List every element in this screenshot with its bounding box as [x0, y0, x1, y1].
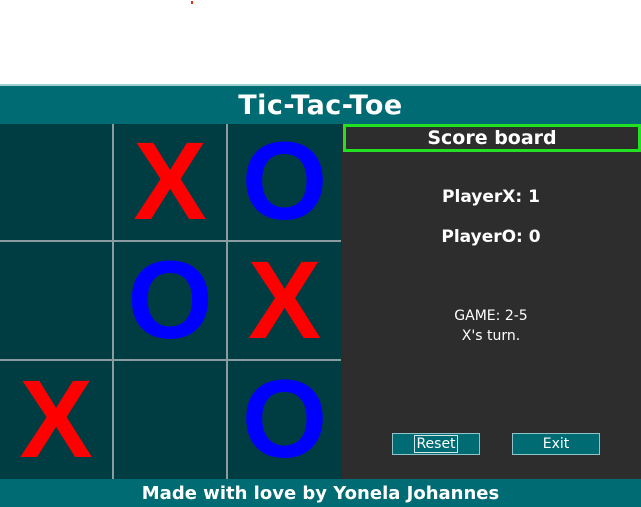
board-cell-6[interactable]: X: [228, 242, 341, 359]
player-x-score: PlayerX: 1: [442, 187, 540, 207]
score-board-title: Score board: [343, 124, 641, 152]
board-cell-9[interactable]: O: [228, 361, 341, 479]
board-cell-3[interactable]: O: [228, 124, 341, 240]
turn-indicator: X's turn.: [461, 328, 521, 344]
exit-button[interactable]: Exit: [512, 433, 600, 455]
page-title: Tic-Tac-Toe: [238, 89, 403, 121]
board-cell-8[interactable]: [114, 361, 226, 479]
board-cell-7[interactable]: X: [0, 361, 112, 479]
game-board: X O O X X O: [0, 124, 341, 479]
board-cell-2[interactable]: X: [114, 124, 226, 240]
game-status: GAME: 2-5: [454, 308, 528, 324]
player-o-score: PlayerO: 0: [441, 227, 541, 247]
title-bar: Tic-Tac-Toe: [0, 84, 641, 124]
footer: Made with love by Yonela Johannes: [0, 479, 641, 507]
reset-button[interactable]: Reset: [392, 433, 480, 455]
reset-button-label: Reset: [414, 435, 458, 453]
board-cell-5[interactable]: O: [114, 242, 226, 359]
board-cell-1[interactable]: [0, 124, 112, 240]
score-board-panel: Score board PlayerX: 1 PlayerO: 0 GAME: …: [341, 124, 641, 479]
board-cell-4[interactable]: [0, 242, 112, 359]
footer-credit: Made with love by Yonela Johannes: [141, 482, 500, 504]
exit-button-label: Exit: [542, 436, 570, 452]
red-dot-marker: [191, 1, 193, 4]
